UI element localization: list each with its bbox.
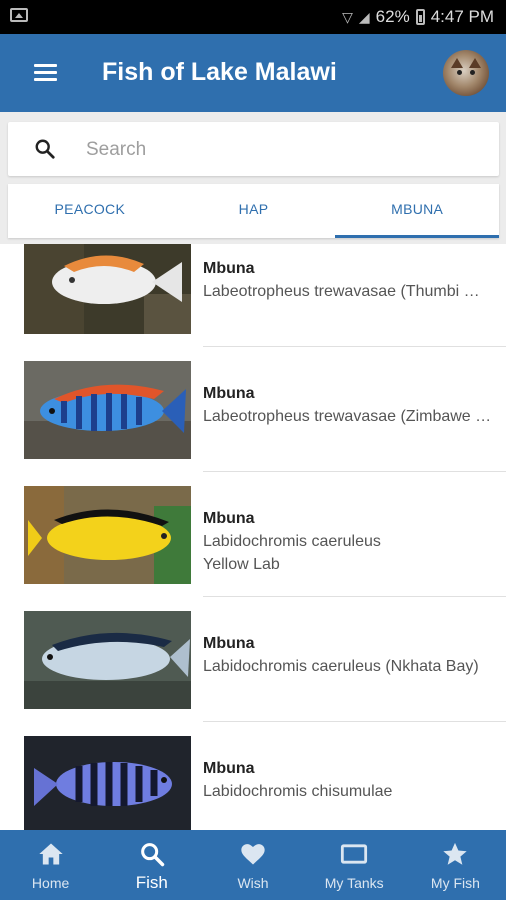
nav-my-tanks-label: My Tanks [324,875,384,891]
fish-scientific-name: Labeotropheus trewavasae (Zimbawe Rock) [203,408,493,425]
fish-scientific-name: Labidochromis chisumulae [203,783,393,800]
fish-common-name: Yellow Lab [203,556,280,573]
signal-icon: ◢ [358,8,370,25]
fish-category: Mbuna [203,385,255,402]
fish-list: Mbuna Labeotropheus trewavasae (Thumbi W… [0,244,506,830]
list-item[interactable]: Mbuna Labidochromis caeruleus (Nkhata Ba… [0,597,506,722]
nav-wish-label: Wish [237,875,269,891]
search-icon [140,843,165,867]
list-item-text: Mbuna Labeotropheus trewavasae (Zimbawe … [203,385,493,426]
menu-icon[interactable] [34,62,57,82]
fish-scientific-name: Labidochromis caeruleus (Nkhata Bay) [203,658,479,675]
heart-icon [241,844,265,865]
search-input[interactable] [84,134,478,166]
app-bar: Fish of Lake Malawi [0,34,506,112]
clock: 4:47 PM [430,7,494,26]
wifi-icon: ▽ [342,8,353,25]
fish-thumbnail [24,486,191,584]
bottom-nav: Home Fish Wish My Tanks My Fish [0,830,506,900]
list-item[interactable]: Mbuna Labeotropheus trewavasae (Thumbi W… [0,244,506,347]
tab-mbuna[interactable]: MBUNA [335,184,499,238]
list-item[interactable]: Mbuna Labidochromis caeruleus Yellow Lab [0,472,506,597]
list-item-text: Mbuna Labidochromis caeruleus (Nkhata Ba… [203,635,493,676]
fish-scientific-name: Labeotropheus trewavasae (Thumbi West) [203,283,493,300]
fish-category: Mbuna [203,510,255,527]
home-icon [38,843,63,865]
avatar[interactable] [443,50,489,96]
nav-fish-label: Fish [135,873,168,892]
nav-home[interactable]: Home [0,830,101,900]
tab-hap[interactable]: HAP [172,184,336,238]
nav-my-fish[interactable]: My Fish [405,830,506,900]
nav-my-fish-label: My Fish [430,875,480,891]
fish-category: Mbuna [203,635,255,652]
nav-wish[interactable]: Wish [202,830,303,900]
star-icon [443,842,468,865]
search-area: PEACOCK HAP MBUNA [0,112,506,244]
fish-thumbnail [24,244,191,342]
battery-percent: 62% [375,7,410,26]
list-item[interactable]: Mbuna Labidochromis chisumulae [0,722,506,830]
fish-thumbnail [24,736,191,830]
category-tabs: PEACOCK HAP MBUNA [8,184,499,238]
nav-home-label: Home [31,875,70,891]
gallery-notification-icon [10,8,28,22]
fish-thumbnail [24,361,191,459]
tank-icon [341,844,368,864]
list-item[interactable]: Mbuna Labeotropheus trewavasae (Zimbawe … [0,347,506,472]
tab-peacock[interactable]: PEACOCK [8,184,172,238]
nav-fish[interactable]: Fish [101,830,202,900]
fish-category: Mbuna [203,260,255,277]
fish-thumbnail [24,611,191,709]
list-item-text: Mbuna Labidochromis chisumulae [203,760,493,801]
search-box[interactable] [8,122,499,176]
fish-scientific-name: Labidochromis caeruleus [203,533,381,550]
status-bar-right: ▽ ◢ 62% 4:47 PM [342,7,494,27]
battery-icon [415,9,425,25]
app-title: Fish of Lake Malawi [102,58,337,86]
list-item-text: Mbuna Labeotropheus trewavasae (Thumbi W… [203,260,493,301]
nav-my-tanks[interactable]: My Tanks [304,830,405,900]
status-bar: ▽ ◢ 62% 4:47 PM [0,0,506,34]
search-icon [35,139,55,159]
fish-category: Mbuna [203,760,255,777]
list-item-text: Mbuna Labidochromis caeruleus Yellow Lab [203,510,493,574]
